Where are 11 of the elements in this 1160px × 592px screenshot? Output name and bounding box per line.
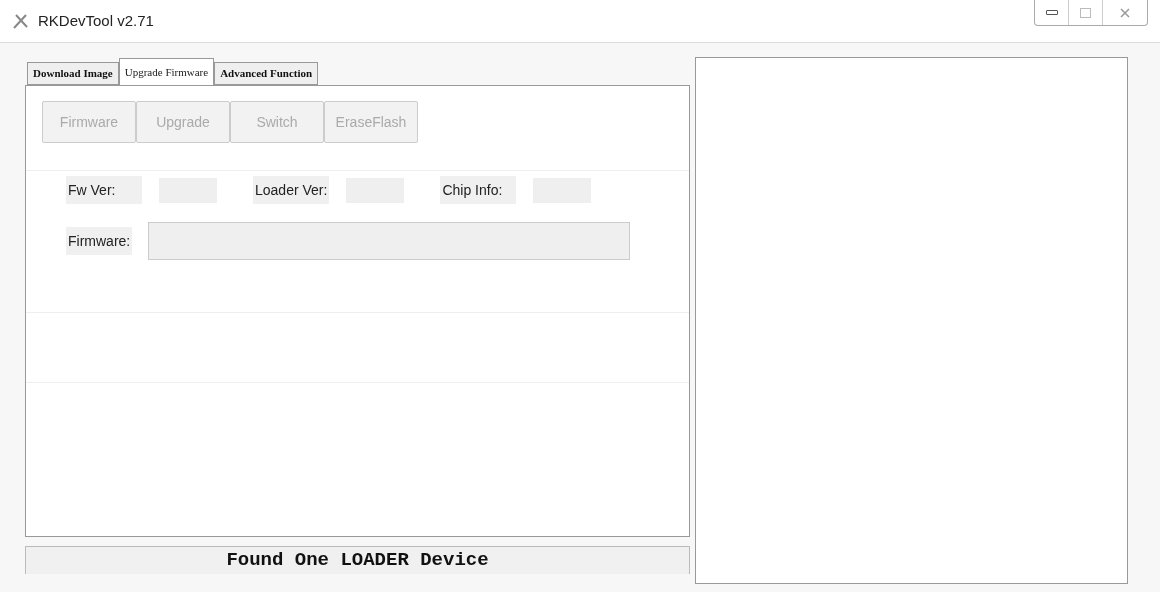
field-label: Chip Info: — [440, 176, 517, 204]
close-icon — [1120, 7, 1130, 18]
tab[interactable]: Advanced Function — [214, 62, 319, 85]
window-title: RKDevTool v2.71 — [38, 10, 154, 31]
field-label: Loader Ver: — [253, 176, 330, 204]
field-label: Firmware: — [66, 227, 133, 255]
status-bar: Found One LOADER Device — [25, 546, 690, 574]
tab[interactable]: Download Image — [27, 62, 119, 85]
tab[interactable]: Upgrade Firmware — [118, 58, 215, 85]
firmware-path-field[interactable] — [148, 222, 631, 260]
field-label: Fw Ver: — [66, 176, 142, 204]
